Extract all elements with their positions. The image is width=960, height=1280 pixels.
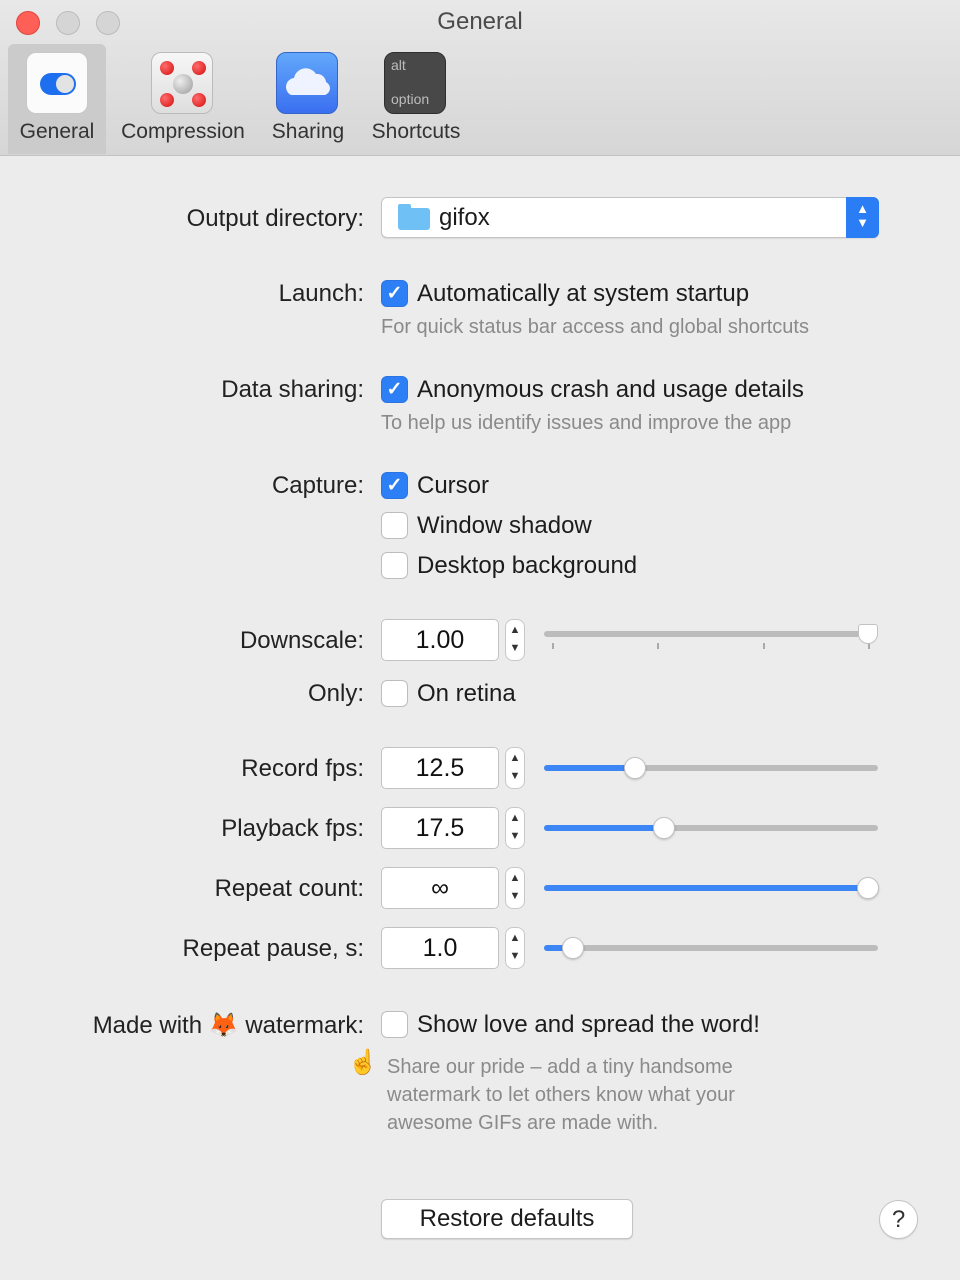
repeat-count-label: Repeat count: — [214, 875, 364, 902]
window-title: General — [437, 8, 523, 35]
data-sharing-checkbox-label: Anonymous crash and usage details — [417, 376, 804, 403]
popup-arrows-icon: ▲ ▼ — [846, 197, 879, 238]
launch-checkbox-label: Automatically at system startup — [417, 280, 750, 307]
fox-icon: 🦊 — [208, 1012, 239, 1039]
watermark-checkbox-label: Show love and spread the word! — [417, 1011, 760, 1038]
slider-fill — [544, 825, 664, 831]
record-fps-slider[interactable] — [544, 757, 878, 779]
pointing-finger-icon: ☝️ — [348, 1049, 378, 1076]
title-bar: General General Compression Sharing alt … — [0, 0, 960, 156]
launch-hint: For quick status bar access and global s… — [381, 316, 809, 338]
capture-window-shadow-label: Window shadow — [417, 512, 592, 539]
output-directory-label: Output directory: — [186, 205, 364, 232]
playback-fps-slider[interactable] — [544, 817, 878, 839]
downscale-label: Downscale: — [239, 627, 364, 654]
slider-fill — [544, 765, 635, 771]
launch-label: Launch: — [278, 280, 364, 307]
tab-label: Shortcuts — [371, 120, 461, 143]
playback-fps-label: Playback fps: — [221, 815, 364, 842]
data-sharing-label: Data sharing: — [221, 376, 364, 403]
watermark-label-prefix: Made with — [92, 1012, 203, 1039]
folder-icon — [398, 204, 430, 230]
tab-label: Compression — [121, 120, 245, 143]
repeat-count-field[interactable]: ∞ — [381, 867, 499, 909]
repeat-pause-label: Repeat pause, s: — [182, 935, 364, 962]
playback-fps-stepper[interactable]: ▲ ▼ — [505, 807, 525, 849]
repeat-count-slider[interactable] — [544, 877, 879, 899]
capture-cursor-label: Cursor — [417, 472, 490, 499]
key-bottom-label: option — [391, 91, 430, 107]
tab-label: Sharing — [271, 120, 345, 143]
slider-fill — [544, 885, 878, 891]
on-retina-label: On retina — [417, 680, 516, 707]
slider-knob[interactable] — [562, 937, 584, 959]
slider-tick — [657, 643, 659, 649]
option-key-icon: alt option — [384, 52, 446, 114]
repeat-pause-slider[interactable] — [544, 937, 878, 959]
capture-desktop-background-label: Desktop background — [417, 552, 638, 579]
only-label: Only: — [307, 680, 364, 707]
launch-checkbox[interactable]: ✓ — [381, 280, 408, 307]
repeat-pause-stepper[interactable]: ▲ ▼ — [505, 927, 525, 969]
tab-general[interactable]: General — [8, 44, 106, 154]
toggle-icon — [26, 52, 88, 114]
playback-fps-field[interactable]: 17.5 — [381, 807, 499, 849]
slider-tick — [763, 643, 765, 649]
output-directory-popup[interactable]: gifox ▲ ▼ — [381, 197, 879, 238]
watermark-hint-line: awesome GIFs are made with. — [387, 1112, 659, 1134]
output-directory-value: gifox — [439, 204, 490, 231]
slider-knob[interactable] — [653, 817, 675, 839]
tab-sharing[interactable]: Sharing — [264, 44, 352, 154]
tab-compression[interactable]: Compression — [112, 44, 254, 154]
capture-window-shadow-checkbox[interactable] — [381, 512, 408, 539]
slider-knob[interactable] — [624, 757, 646, 779]
slider-knob[interactable] — [858, 624, 878, 644]
watermark-label-suffix: watermark: — [245, 1012, 364, 1039]
restore-defaults-button[interactable]: Restore defaults — [381, 1199, 633, 1239]
capture-cursor-checkbox[interactable]: ✓ — [381, 472, 408, 499]
tab-label: General — [19, 120, 95, 143]
record-fps-stepper[interactable]: ▲ ▼ — [505, 747, 525, 789]
help-button[interactable]: ? — [879, 1200, 918, 1239]
slider-tick — [552, 643, 554, 649]
data-sharing-checkbox[interactable]: ✓ — [381, 376, 408, 403]
cloud-icon — [276, 52, 338, 114]
record-fps-field[interactable]: 12.5 — [381, 747, 499, 789]
slider-knob[interactable] — [857, 877, 879, 899]
molecule-icon — [151, 52, 213, 114]
repeat-pause-field[interactable]: 1.0 — [381, 927, 499, 969]
key-top-label: alt — [391, 57, 406, 73]
tab-shortcuts[interactable]: alt option Shortcuts — [360, 44, 472, 154]
downscale-field[interactable]: 1.00 — [381, 619, 499, 661]
watermark-hint-line: Share our pride – add a tiny handsome — [387, 1056, 733, 1078]
repeat-count-stepper[interactable]: ▲ ▼ — [505, 867, 525, 909]
downscale-slider[interactable] — [544, 624, 878, 649]
watermark-checkbox[interactable] — [381, 1011, 408, 1038]
on-retina-checkbox[interactable] — [381, 680, 408, 707]
data-sharing-hint: To help us identify issues and improve t… — [381, 412, 792, 434]
capture-label: Capture: — [271, 472, 364, 499]
downscale-stepper[interactable]: ▲ ▼ — [505, 619, 525, 661]
record-fps-label: Record fps: — [241, 755, 364, 782]
watermark-label: Made with 🦊 watermark: — [93, 1011, 364, 1040]
capture-desktop-background-checkbox[interactable] — [381, 552, 408, 579]
watermark-hint-line: watermark to let others know what your — [387, 1084, 735, 1106]
